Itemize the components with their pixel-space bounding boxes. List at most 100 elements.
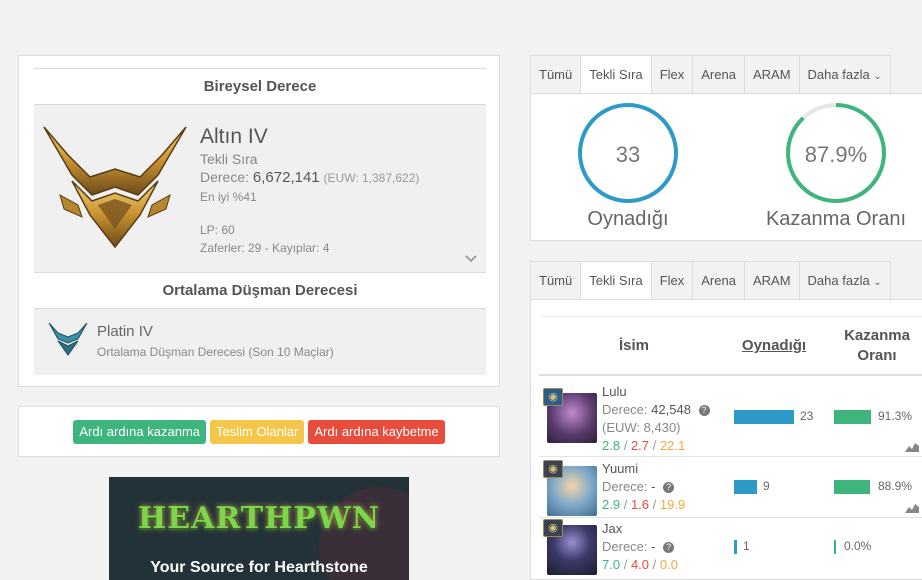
champion-ladder: Derece: - ?: [602, 479, 675, 494]
kda-separator: /: [652, 438, 657, 453]
winrate-value: 88.9%: [878, 479, 913, 493]
ad-tagline: Your Source for Hearthstone: [150, 559, 368, 576]
streak-panel: Ardı ardına kazanma Teslim Olanlar Ardı …: [18, 406, 500, 457]
tab-all[interactable]: Tümü: [530, 55, 582, 94]
ad-banner[interactable]: HEARTHPWN Your Source for Hearthstone: [109, 477, 409, 580]
champion-ladder-value: 42,548: [651, 402, 691, 417]
kda-separator: /: [623, 557, 628, 572]
champion-name: Lulu: [602, 384, 627, 399]
help-icon[interactable]: ?: [698, 405, 710, 416]
win-streak-badge[interactable]: Ardı ardına kazanma: [73, 420, 207, 444]
rank-top-percent: En iyi %41: [200, 190, 257, 204]
played-count: 33: [616, 142, 640, 167]
champion-ladder-label: Derece:: [602, 479, 648, 494]
header-name[interactable]: İsim: [579, 337, 689, 354]
enemy-rank-subtitle: Ortalama Düşman Derecesi (Son 10 Maçlar): [97, 345, 334, 359]
solo-rank-heading: Bireysel Derece: [34, 69, 486, 105]
champion-kda: 2.8 / 2.7 / 22.1: [602, 438, 685, 453]
rank-tier: Altın IV: [200, 125, 268, 148]
winrate-bar: [834, 480, 870, 494]
tab-more[interactable]: Daha fazla ⌄: [799, 55, 891, 94]
played-label: Oynadığı: [587, 208, 669, 230]
rank-ladder-label: Derece:: [200, 169, 250, 185]
table-row[interactable]: ◉ Yuumi Derece: - ? 2.9 / 1.6 / 19.9 9 8…: [539, 458, 922, 518]
help-icon[interactable]: ?: [663, 542, 675, 553]
rank-badge-icon: ◉: [543, 388, 563, 406]
table-row[interactable]: ◉ Jax Derece: - ? 7.0 / 4.0 / 0.0 1 0.0%: [539, 519, 922, 580]
tab-more[interactable]: Daha fazla ⌄: [799, 261, 891, 300]
played-value: 1: [743, 539, 750, 553]
rank-badge-icon: ◉: [543, 460, 563, 478]
kda-assists: 22.1: [659, 438, 686, 453]
table-row[interactable]: ◉ Lulu Derece: 42,548 ? (EUW: 8,430) 2.8…: [539, 379, 922, 457]
champion-table: İsim Oynadığı Kazanma Oranı ◉ Lulu Derec…: [530, 299, 922, 580]
champion-ladder-label: Derece:: [602, 539, 648, 554]
champion-ladder-value: -: [651, 539, 656, 554]
champion-kda: 7.0 / 4.0 / 0.0: [602, 557, 678, 572]
played-bar: [734, 480, 757, 494]
enemy-rank-body: Platin IV Ortalama Düşman Derecesi (Son …: [34, 309, 486, 375]
surrenders-badge[interactable]: Teslim Olanlar: [210, 420, 305, 444]
ranked-panel: Bireysel Derece Altın IV Tekli Sıra Dere…: [18, 55, 500, 387]
winrate-ring: 87.9%: [786, 103, 886, 203]
tab-aram[interactable]: ARAM: [744, 261, 800, 300]
rank-ladder-euw: (EUW: 1,387,622): [323, 171, 420, 185]
chevron-down-icon: ⌄: [873, 71, 882, 82]
champion-ladder: Derece: 42,548 ?: [602, 402, 710, 417]
rank-badge-icon: ◉: [543, 519, 563, 537]
stats-queue-tabs: Tümü Tekli Sıra Flex Arena ARAM Daha faz…: [530, 55, 891, 94]
enemy-rank-heading: Ortalama Düşman Derecesi: [34, 273, 486, 309]
tab-solo-queue[interactable]: Tekli Sıra: [581, 261, 652, 300]
tab-arena[interactable]: Arena: [693, 55, 745, 94]
kda-assists: 0.0: [659, 557, 678, 572]
champion-ladder: Derece: - ?: [602, 539, 675, 554]
played-value: 9: [763, 479, 770, 493]
champion-ladder-euw: (EUW: 8,430): [602, 420, 681, 435]
help-icon[interactable]: ?: [663, 482, 675, 493]
played-value: 23: [800, 409, 814, 423]
tab-flex[interactable]: Flex: [651, 261, 694, 300]
rank-queue: Tekli Sıra: [200, 151, 258, 167]
kda-kills: 2.9: [602, 497, 621, 512]
kda-separator: /: [652, 557, 657, 572]
champion-table-header: İsim Oynadığı Kazanma Oranı: [539, 316, 922, 376]
played-bar: [734, 540, 737, 554]
rank-wins-losses: Zaferler: 29 - Kayıplar: 4: [200, 241, 330, 255]
stats-panel: 33 Oynadığı 87.9% Kazanma Oranı: [530, 93, 922, 241]
platinum-rank-emblem-icon: [48, 322, 88, 356]
kda-deaths: 4.0: [630, 557, 650, 572]
header-winrate-line1: Kazanma: [844, 327, 910, 344]
winrate-value: 91.3%: [878, 409, 913, 423]
rank-ladder: Derece: 6,672,141 (EUW: 1,387,622): [200, 169, 419, 186]
played-bar: [734, 410, 794, 424]
winrate-bar: [834, 410, 871, 424]
tab-solo-queue[interactable]: Tekli Sıra: [581, 55, 652, 94]
trend-chart-icon[interactable]: [905, 440, 919, 452]
champion-kda: 2.9 / 1.6 / 19.9: [602, 497, 685, 512]
tab-aram[interactable]: ARAM: [744, 55, 800, 94]
kda-kills: 2.8: [602, 438, 621, 453]
ranked-panel-inner: Bireysel Derece Altın IV Tekli Sıra Dere…: [34, 68, 486, 376]
tab-flex[interactable]: Flex: [651, 55, 694, 94]
streak-badges: Ardı ardına kazanma Teslim Olanlar Ardı …: [19, 420, 499, 444]
kda-assists: 19.9: [659, 497, 686, 512]
champion-name: Jax: [602, 521, 623, 536]
gold-rank-emblem-icon: [43, 126, 187, 249]
kda-deaths: 1.6: [630, 497, 650, 512]
kda-separator: /: [623, 497, 628, 512]
ad-logo: HEARTHPWN: [137, 501, 381, 536]
rank-ladder-value: 6,672,141: [252, 169, 320, 186]
chevron-down-icon[interactable]: [464, 254, 478, 264]
header-winrate[interactable]: Kazanma Oranı: [829, 326, 922, 366]
rank-lp: LP: 60: [200, 223, 235, 237]
tab-all[interactable]: Tümü: [530, 261, 582, 300]
trend-chart-icon[interactable]: [905, 501, 919, 513]
header-played[interactable]: Oynadığı: [729, 337, 819, 354]
loss-streak-badge[interactable]: Ardı ardına kaybetme: [308, 420, 445, 444]
header-winrate-line2: Oranı: [857, 347, 897, 364]
enemy-rank-tier: Platin IV: [97, 323, 153, 340]
played-ring: 33: [578, 103, 678, 203]
solo-rank-body[interactable]: Altın IV Tekli Sıra Derece: 6,672,141 (E…: [34, 105, 486, 273]
kda-kills: 7.0: [602, 557, 621, 572]
tab-arena[interactable]: Arena: [693, 261, 745, 300]
